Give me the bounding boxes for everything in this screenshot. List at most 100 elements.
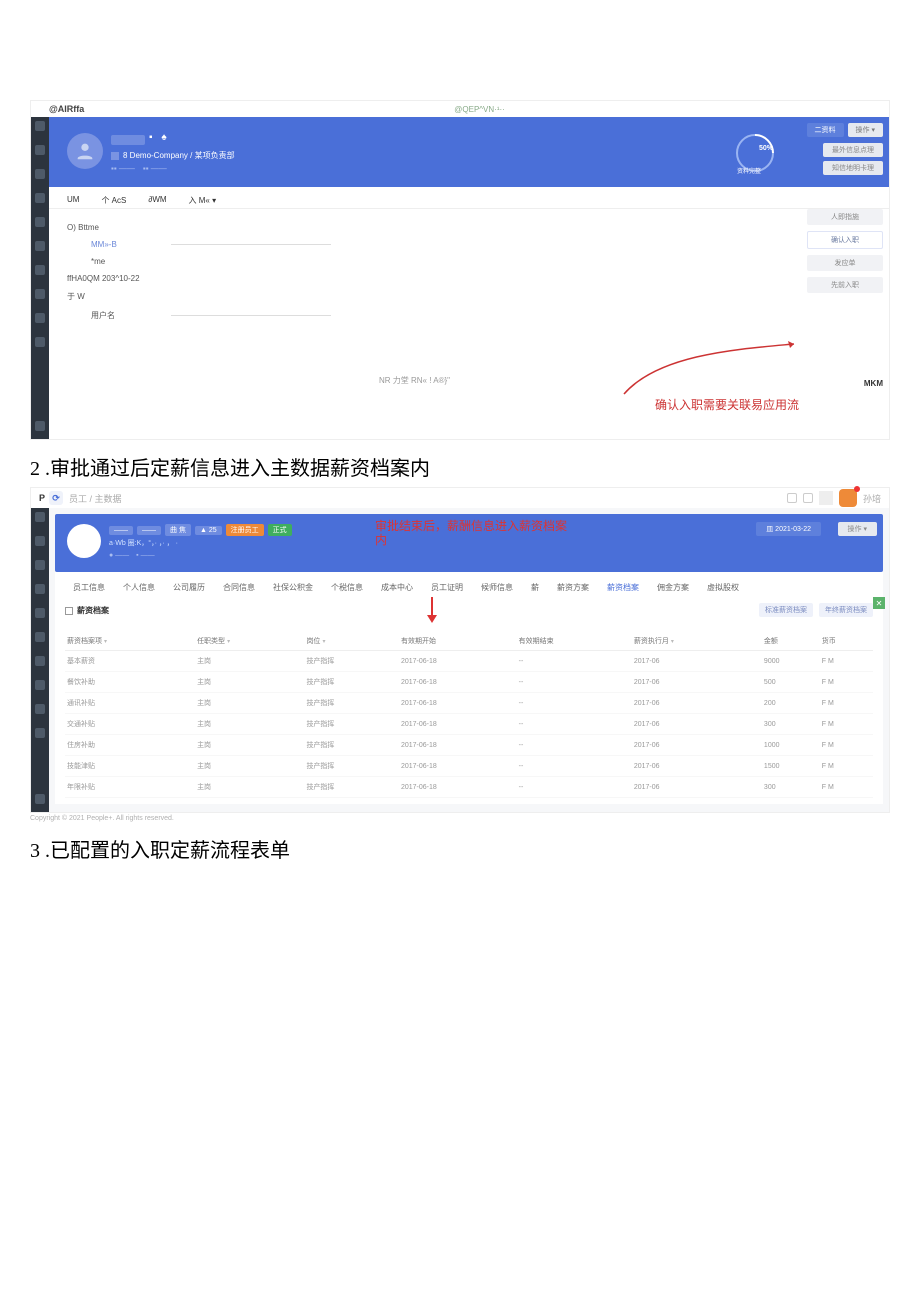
tab[interactable]: UM bbox=[67, 195, 79, 206]
rail-icon[interactable] bbox=[35, 313, 45, 323]
side-item[interactable]: 人即指施 bbox=[807, 209, 883, 225]
table-cell: 1500 bbox=[762, 756, 820, 777]
tab[interactable]: 公司履历 bbox=[173, 582, 205, 593]
tab[interactable]: 薪 bbox=[531, 582, 539, 593]
tab[interactable]: 佣金方案 bbox=[657, 582, 689, 593]
tab[interactable]: 薪资方案 bbox=[557, 582, 589, 593]
col-header: 薪资执行月▾ bbox=[632, 632, 762, 651]
table-row: 基本薪资主岗技产指挥2017-06-18--2017-069000F M bbox=[65, 651, 873, 672]
table-cell: F M bbox=[820, 672, 873, 693]
table-cell: 主岗 bbox=[195, 651, 304, 672]
top-icon[interactable] bbox=[787, 493, 797, 503]
rail-icon[interactable] bbox=[35, 121, 45, 131]
col-header: 有效期结束 bbox=[517, 632, 632, 651]
table-cell: F M bbox=[820, 693, 873, 714]
side-item-active[interactable]: 确认入职 bbox=[807, 231, 883, 249]
rail-icon[interactable] bbox=[35, 560, 45, 570]
table-cell: 主岗 bbox=[195, 672, 304, 693]
table-cell: 基本薪资 bbox=[65, 651, 195, 672]
table-cell: -- bbox=[517, 714, 632, 735]
form-underline bbox=[171, 244, 331, 245]
step-caption-3: 3 .已配置的入职定薪流程表单 bbox=[30, 834, 920, 863]
col-header: 薪资档案项▾ bbox=[65, 632, 195, 651]
tab[interactable]: 员工证明 bbox=[431, 582, 463, 593]
rail-icon[interactable] bbox=[35, 337, 45, 347]
tab[interactable]: 员工信息 bbox=[73, 582, 105, 593]
close-icon[interactable]: ✕ bbox=[873, 597, 885, 609]
chip: ▲ 25 bbox=[195, 526, 222, 535]
table-cell: 2017-06 bbox=[632, 777, 762, 798]
rail-icon[interactable] bbox=[35, 584, 45, 594]
link-button[interactable]: 标准薪资档案 bbox=[759, 603, 813, 617]
quick-action[interactable]: 知信地明卡理 bbox=[823, 161, 883, 175]
table-cell: F M bbox=[820, 756, 873, 777]
tab[interactable]: 合同信息 bbox=[223, 582, 255, 593]
caret-icon[interactable]: ▾ bbox=[227, 639, 230, 645]
tab[interactable]: 个人信息 bbox=[123, 582, 155, 593]
chip-row: —— —— 曲 焦 ▲ 25 注册员工 正式 bbox=[109, 524, 292, 536]
table-cell: 技产指挥 bbox=[304, 693, 399, 714]
tab[interactable]: 个 AcS bbox=[101, 195, 126, 206]
caret-icon[interactable]: ▾ bbox=[671, 639, 674, 645]
user-name[interactable]: 孙培 bbox=[863, 492, 881, 505]
rail-icon[interactable] bbox=[35, 289, 45, 299]
rail-icon[interactable] bbox=[35, 704, 45, 714]
rail-icon[interactable] bbox=[35, 217, 45, 227]
operate-dropdown[interactable]: 操作 ▾ bbox=[838, 522, 877, 536]
tab-label: @AIRffa bbox=[31, 104, 84, 114]
side-item[interactable]: 发应单 bbox=[807, 255, 883, 271]
rail-icon[interactable] bbox=[35, 536, 45, 546]
rail-settings-icon[interactable] bbox=[35, 421, 45, 431]
avatar bbox=[67, 133, 103, 169]
side-item[interactable]: 先前入职 bbox=[807, 277, 883, 293]
top-icon[interactable] bbox=[819, 491, 833, 505]
tab[interactable]: 候师信息 bbox=[481, 582, 513, 593]
table-cell: 技产指挥 bbox=[304, 672, 399, 693]
name-pill bbox=[111, 135, 145, 145]
rail-icon[interactable] bbox=[35, 241, 45, 251]
table-cell: 2017-06 bbox=[632, 756, 762, 777]
tab-active[interactable]: 薪资档案 bbox=[607, 582, 639, 593]
form-label: MM»-B bbox=[91, 240, 171, 249]
table-cell: 技能津贴 bbox=[65, 756, 195, 777]
window-titlebar: @AIRffa @QEP^VN·¹·· bbox=[31, 101, 889, 117]
rail-icon[interactable] bbox=[35, 656, 45, 666]
top-icon[interactable] bbox=[803, 493, 813, 503]
rail-icon[interactable] bbox=[35, 632, 45, 642]
rail-settings-icon[interactable] bbox=[35, 794, 45, 804]
table-cell: 餐饮补助 bbox=[65, 672, 195, 693]
operate-dropdown[interactable]: 操作 ▾ bbox=[848, 123, 883, 137]
rail-icon[interactable] bbox=[35, 145, 45, 155]
table-row: 技能津贴主岗技产指挥2017-06-18--2017-061500F M bbox=[65, 756, 873, 777]
tab[interactable]: 个税信息 bbox=[331, 582, 363, 593]
rail-icon[interactable] bbox=[35, 193, 45, 203]
col-header: 有效期开始 bbox=[399, 632, 517, 651]
tab[interactable]: ∂WM bbox=[148, 195, 166, 206]
table-cell: 300 bbox=[762, 714, 820, 735]
rail-icon[interactable] bbox=[35, 728, 45, 738]
avatar bbox=[67, 524, 101, 558]
logo: P bbox=[39, 493, 45, 503]
table-cell: 通讯补贴 bbox=[65, 693, 195, 714]
tab[interactable]: 成本中心 bbox=[381, 582, 413, 593]
left-rail bbox=[31, 508, 49, 812]
table-cell: -- bbox=[517, 651, 632, 672]
date-button[interactable]: 皿 2021-03-22 bbox=[756, 522, 821, 536]
notification-icon[interactable] bbox=[839, 489, 857, 507]
table-cell: 2017-06-18 bbox=[399, 651, 517, 672]
home-icon[interactable]: ⟳ bbox=[49, 491, 63, 505]
col-header: 岗位▾ bbox=[304, 632, 399, 651]
rail-icon[interactable] bbox=[35, 608, 45, 618]
primary-button[interactable]: 二资料 bbox=[807, 123, 844, 137]
tab[interactable]: 入 M« ▾ bbox=[189, 195, 217, 206]
tab[interactable]: 社保公积金 bbox=[273, 582, 313, 593]
tab[interactable]: 虚拟股权 bbox=[707, 582, 739, 593]
caret-icon[interactable]: ▾ bbox=[104, 639, 107, 645]
caret-icon[interactable]: ▾ bbox=[322, 639, 325, 645]
link-button[interactable]: 年终薪资档案 bbox=[819, 603, 873, 617]
quick-action[interactable]: 最外信息点理 bbox=[823, 143, 883, 157]
rail-icon[interactable] bbox=[35, 680, 45, 690]
rail-icon[interactable] bbox=[35, 265, 45, 275]
rail-icon[interactable] bbox=[35, 512, 45, 522]
rail-icon[interactable] bbox=[35, 169, 45, 179]
